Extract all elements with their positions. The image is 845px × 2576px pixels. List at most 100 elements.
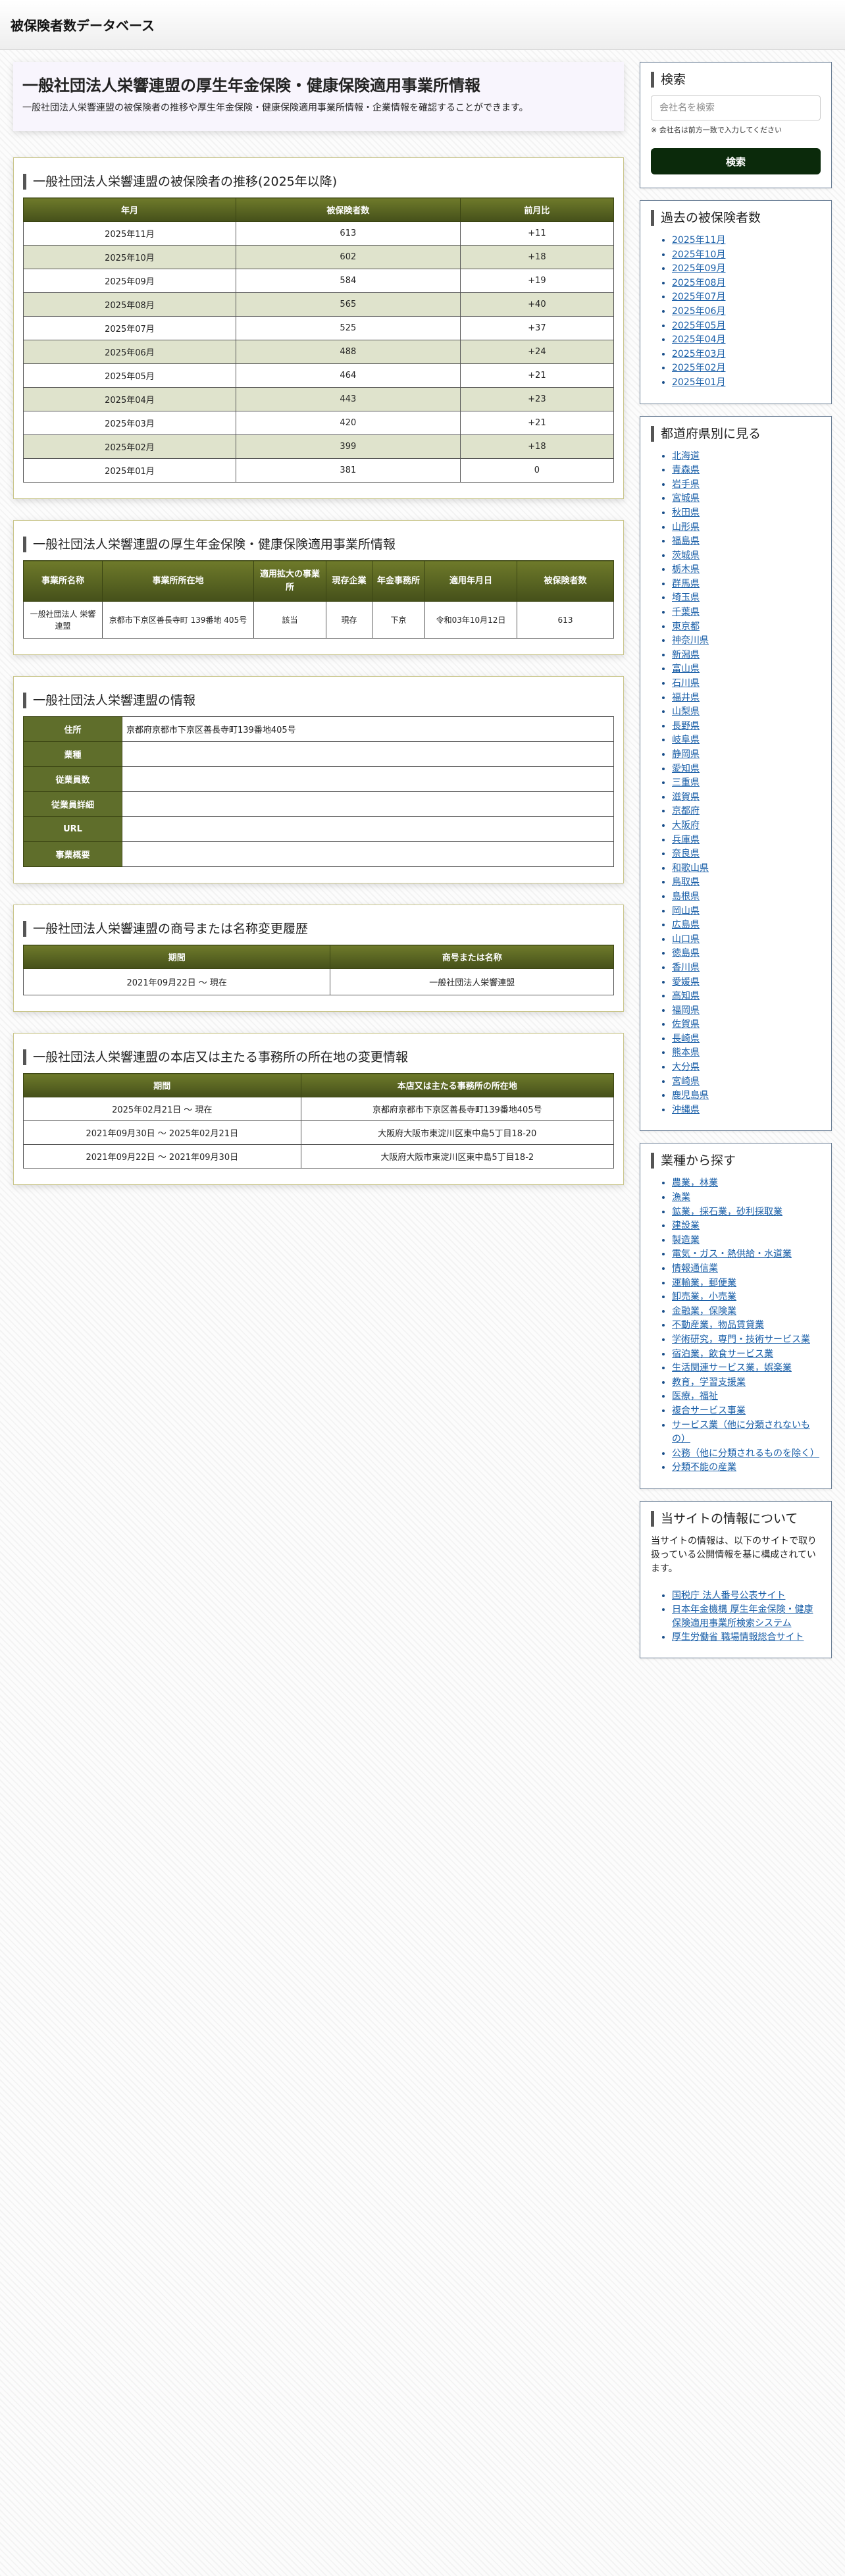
industry-link[interactable]: 運輸業，郵便業: [672, 1278, 736, 1288]
info-value: [122, 816, 614, 842]
prefecture-link[interactable]: 石川県: [672, 678, 700, 689]
prefecture-link[interactable]: 長崎県: [672, 1034, 700, 1044]
industry-link[interactable]: 金融業，保険業: [672, 1306, 736, 1317]
past-month-link[interactable]: 2025年07月: [672, 292, 725, 302]
source-link[interactable]: 国税庁 法人番号公表サイト: [672, 1590, 785, 1601]
prefecture-link[interactable]: 岩手県: [672, 479, 700, 490]
past-month-link[interactable]: 2025年01月: [672, 377, 725, 388]
prefecture-link[interactable]: 佐賀県: [672, 1019, 700, 1030]
prefecture-link[interactable]: 大阪府: [672, 820, 700, 831]
industry-link[interactable]: 学術研究，専門・技術サービス業: [672, 1334, 810, 1345]
list-item: 千葉県: [672, 606, 821, 620]
industry-link[interactable]: 公務（他に分類されるものを除く）: [672, 1448, 819, 1459]
prefecture-link[interactable]: 愛知県: [672, 764, 700, 774]
prefecture-link[interactable]: 福井県: [672, 693, 700, 703]
prefecture-link[interactable]: 岡山県: [672, 906, 700, 916]
industry-link[interactable]: 製造業: [672, 1235, 700, 1246]
industry-link[interactable]: 建設業: [672, 1221, 700, 1231]
list-item: 学術研究，専門・技術サービス業: [672, 1333, 821, 1348]
industry-link[interactable]: 医療，福祉: [672, 1391, 718, 1402]
list-item: 山口県: [672, 933, 821, 947]
prefecture-link[interactable]: 島根県: [672, 891, 700, 902]
prefecture-link[interactable]: 山口県: [672, 934, 700, 945]
trend-month: 2025年08月: [23, 292, 236, 317]
industry-link[interactable]: 教育，学習支援業: [672, 1377, 746, 1388]
site-title[interactable]: 被保険者数データベース: [11, 15, 155, 34]
prefecture-link[interactable]: 東京都: [672, 621, 700, 632]
prefecture-link[interactable]: 山形県: [672, 522, 700, 533]
prefecture-link[interactable]: 富山県: [672, 664, 700, 674]
industry-link[interactable]: 農業，林業: [672, 1178, 718, 1188]
prefecture-link[interactable]: 鳥取県: [672, 877, 700, 887]
prefecture-link[interactable]: 京都府: [672, 806, 700, 816]
prefecture-link[interactable]: 三重県: [672, 777, 700, 788]
prefecture-link[interactable]: 新潟県: [672, 650, 700, 660]
prefecture-link[interactable]: 埼玉県: [672, 592, 700, 603]
past-month-link[interactable]: 2025年05月: [672, 321, 725, 331]
prefecture-link[interactable]: 千葉県: [672, 607, 700, 618]
industry-link[interactable]: 生活関連サービス業，娯楽業: [672, 1363, 792, 1373]
prefecture-link[interactable]: 兵庫県: [672, 835, 700, 845]
past-month-link[interactable]: 2025年02月: [672, 363, 725, 373]
prefecture-link[interactable]: 宮崎県: [672, 1076, 700, 1087]
prefecture-link[interactable]: 熊本県: [672, 1047, 700, 1058]
industry-link[interactable]: 情報通信業: [672, 1263, 718, 1274]
source-link[interactable]: 厚生労働省 職場情報総合サイト: [672, 1632, 804, 1643]
past-month-link[interactable]: 2025年03月: [672, 349, 725, 359]
search-input[interactable]: [651, 95, 821, 120]
prefecture-link[interactable]: 広島県: [672, 920, 700, 930]
table-row: 住所 京都府京都市下京区善長寺町139番地405号: [23, 716, 614, 742]
past-month-link[interactable]: 2025年04月: [672, 334, 725, 345]
info-label: 住所: [23, 716, 122, 742]
table-row: 2025年05月 464 +21: [23, 363, 615, 388]
list-item: 栃木県: [672, 563, 821, 577]
table-row: 業種: [23, 741, 614, 767]
trend-header-diff: 前月比: [459, 197, 615, 222]
prefecture-link[interactable]: 奈良県: [672, 849, 700, 859]
trend-month: 2025年07月: [23, 316, 236, 340]
industry-link[interactable]: 鉱業，採石業，砂利採取業: [672, 1207, 782, 1217]
prefecture-link[interactable]: 長野県: [672, 721, 700, 731]
prefecture-link[interactable]: 栃木県: [672, 564, 700, 575]
industry-link[interactable]: 不動産業，物品賃貸業: [672, 1320, 764, 1330]
prefecture-link[interactable]: 鹿児島県: [672, 1090, 709, 1101]
past-month-link[interactable]: 2025年10月: [672, 250, 725, 260]
prefecture-link[interactable]: 宮城県: [672, 493, 700, 504]
list-item: 製造業: [672, 1234, 821, 1248]
prefecture-link[interactable]: 和歌山県: [672, 863, 709, 874]
prefecture-link[interactable]: 山梨県: [672, 706, 700, 717]
prefecture-link[interactable]: 岐阜県: [672, 735, 700, 745]
prefecture-link[interactable]: 高知県: [672, 991, 700, 1001]
prefecture-link[interactable]: 滋賀県: [672, 792, 700, 802]
prefecture-link[interactable]: 沖縄県: [672, 1105, 700, 1115]
past-month-link[interactable]: 2025年08月: [672, 278, 725, 288]
industry-link[interactable]: 卸売業，小売業: [672, 1292, 736, 1302]
industry-link[interactable]: 分類不能の産業: [672, 1462, 736, 1473]
office-date: 令和03年10月12日: [424, 601, 517, 639]
prefecture-link[interactable]: 福岡県: [672, 1005, 700, 1016]
prefecture-link[interactable]: 北海道: [672, 451, 700, 461]
industry-link[interactable]: 電気・ガス・熱供給・水道業: [672, 1249, 792, 1259]
list-item: 兵庫県: [672, 833, 821, 848]
prefecture-link[interactable]: 秋田県: [672, 508, 700, 518]
prefecture-link[interactable]: 大分県: [672, 1062, 700, 1072]
prefecture-link[interactable]: 徳島県: [672, 948, 700, 959]
industry-link[interactable]: 漁業: [672, 1192, 690, 1203]
industry-link[interactable]: サービス業（他に分類されないもの）: [672, 1420, 810, 1445]
prefecture-link[interactable]: 愛媛県: [672, 977, 700, 987]
prefecture-link[interactable]: 茨城県: [672, 550, 700, 561]
prefecture-link[interactable]: 青森県: [672, 465, 700, 475]
prefecture-link[interactable]: 群馬県: [672, 579, 700, 589]
source-link[interactable]: 日本年金機構 厚生年金保険・健康保険適用事業所検索システム: [672, 1604, 813, 1629]
past-month-link[interactable]: 2025年11月: [672, 235, 725, 246]
prefecture-link[interactable]: 神奈川県: [672, 635, 709, 646]
search-button[interactable]: 検索: [651, 148, 821, 174]
past-month-link[interactable]: 2025年06月: [672, 306, 725, 317]
prefecture-link[interactable]: 静岡県: [672, 749, 700, 760]
past-month-link[interactable]: 2025年09月: [672, 263, 725, 274]
industry-link[interactable]: 宿泊業，飲食サービス業: [672, 1349, 773, 1359]
prefecture-link[interactable]: 香川県: [672, 962, 700, 973]
address-period: 2021年09月22日 〜 2021年09月30日: [23, 1144, 301, 1169]
industry-link[interactable]: 複合サービス事業: [672, 1406, 746, 1416]
prefecture-link[interactable]: 福島県: [672, 536, 700, 546]
